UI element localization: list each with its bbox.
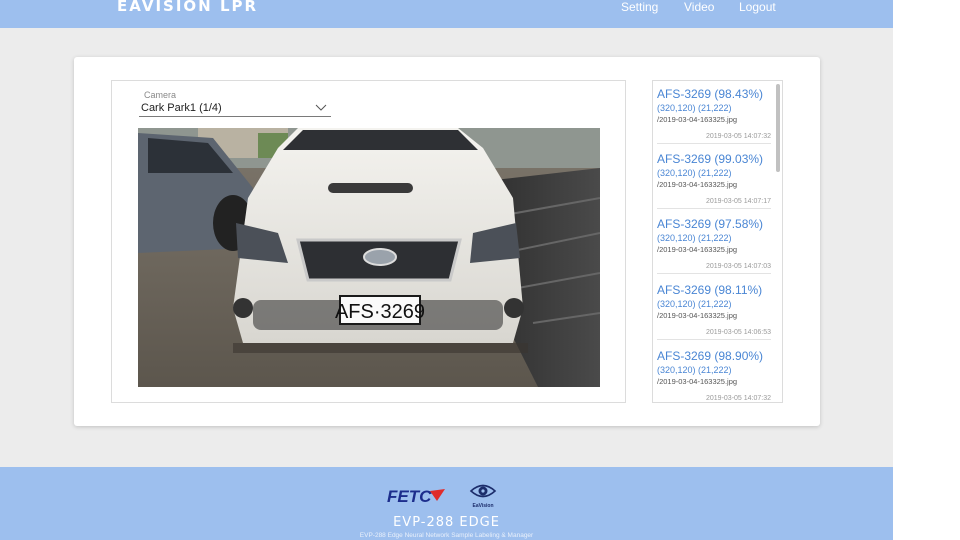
result-item[interactable]: AFS-3269 (98.90%) (320,120) (21,222) /20… bbox=[657, 349, 771, 402]
result-coords: (320,120) (21,222) bbox=[657, 299, 732, 309]
result-divider bbox=[657, 143, 771, 144]
license-plate-text: AFS·3269 bbox=[335, 301, 425, 323]
nav-setting-link[interactable]: Setting bbox=[621, 0, 658, 14]
fetc-logo-text: FETC bbox=[387, 487, 432, 506]
result-item[interactable]: AFS-3269 (98.43%) (320,120) (21,222) /20… bbox=[657, 87, 771, 144]
result-plate[interactable]: AFS-3269 (98.43%) bbox=[657, 87, 771, 101]
result-coords: (320,120) (21,222) bbox=[657, 103, 732, 113]
result-coords: (320,120) (21,222) bbox=[657, 365, 732, 375]
result-timestamp: 2019-03-05 14:06:53 bbox=[706, 329, 771, 336]
result-divider bbox=[657, 339, 771, 340]
nav-logout-link[interactable]: Logout bbox=[739, 0, 776, 14]
result-file: /2019-03-04-163325.jpg bbox=[657, 115, 738, 124]
result-item[interactable]: AFS-3269 (98.11%) (320,120) (21,222) /20… bbox=[657, 283, 771, 340]
camera-select[interactable]: Cark Park1 (1/4) bbox=[139, 101, 331, 117]
nav-video-link[interactable]: Video bbox=[684, 0, 714, 14]
result-item[interactable]: AFS-3269 (99.03%) (320,120) (21,222) /20… bbox=[657, 152, 771, 209]
result-divider bbox=[657, 273, 771, 274]
eavision-logo-text: EaVision bbox=[472, 503, 494, 509]
result-plate[interactable]: AFS-3269 (99.03%) bbox=[657, 152, 771, 166]
result-coords: (320,120) (21,222) bbox=[657, 168, 732, 178]
product-subtitle: EVP-288 Edge Neural Network Sample Label… bbox=[359, 532, 534, 539]
camera-select-value: Cark Park1 (1/4) bbox=[141, 102, 222, 114]
result-timestamp: 2019-03-05 14:07:17 bbox=[706, 198, 771, 205]
result-plate[interactable]: AFS-3269 (97.58%) bbox=[657, 217, 771, 231]
chevron-down-icon[interactable] bbox=[315, 102, 327, 112]
product-name: EVP-288 EDGE bbox=[393, 515, 500, 530]
video-frame-image: AFS·3269 bbox=[138, 128, 600, 387]
fetc-logo: FETC bbox=[387, 487, 445, 506]
result-timestamp: 2019-03-05 14:07:03 bbox=[706, 263, 771, 270]
results-scrollbar[interactable] bbox=[776, 84, 780, 172]
footer: FETC EaVision EVP-288 EDGE EVP-288 Edge … bbox=[0, 467, 893, 540]
result-plate[interactable]: AFS-3269 (98.90%) bbox=[657, 349, 771, 363]
top-nav-bar: EAVISION LPR Setting Video Logout bbox=[0, 0, 893, 28]
result-file: /2019-03-04-163325.jpg bbox=[657, 311, 738, 320]
result-timestamp: 2019-03-05 14:07:32 bbox=[706, 395, 771, 402]
result-timestamp: 2019-03-05 14:07:32 bbox=[706, 133, 771, 140]
result-item[interactable]: AFS-3269 (97.58%) (320,120) (21,222) /20… bbox=[657, 217, 771, 274]
main-card: Camera Cark Park1 (1/4) AFS·3269 AFS-326… bbox=[74, 57, 820, 426]
brand-title[interactable]: EAVISION LPR bbox=[117, 0, 258, 15]
camera-panel: Camera Cark Park1 (1/4) AFS·3269 bbox=[111, 80, 626, 403]
result-divider bbox=[657, 208, 771, 209]
camera-video-frame[interactable]: AFS·3269 bbox=[138, 128, 600, 387]
right-gutter bbox=[893, 0, 960, 540]
result-coords: (320,120) (21,222) bbox=[657, 233, 732, 243]
result-file: /2019-03-04-163325.jpg bbox=[657, 180, 738, 189]
recognition-results-list[interactable]: AFS-3269 (98.43%) (320,120) (21,222) /20… bbox=[652, 80, 783, 403]
camera-select-label: Camera bbox=[144, 90, 177, 100]
result-plate[interactable]: AFS-3269 (98.11%) bbox=[657, 283, 771, 297]
result-file: /2019-03-04-163325.jpg bbox=[657, 377, 738, 386]
result-file: /2019-03-04-163325.jpg bbox=[657, 245, 738, 254]
